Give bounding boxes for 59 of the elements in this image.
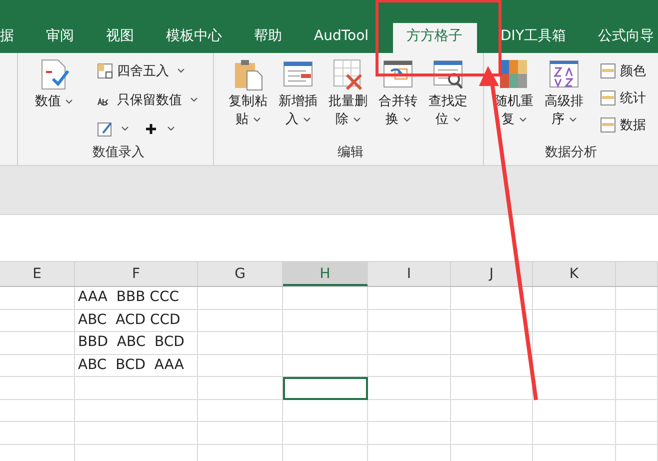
ribbon-button[interactable]: 高级排序 [540,57,588,143]
ribbon-tab[interactable]: DIY工具箱 [492,23,574,53]
table-cell [616,400,658,422]
table-cell: ABC BCD AAA [75,354,198,377]
table-cell [616,310,658,332]
ribbon-button[interactable]: 颜色 [600,57,646,84]
ribbon-button[interactable]: 查找定位 [424,57,472,143]
table-icon [600,116,616,132]
ribbon-button[interactable]: 数据 [600,111,646,138]
table-cell [616,354,658,377]
ribbon-button[interactable]: 新增插入 [274,57,322,143]
caret-icon [352,116,360,122]
group-label: 数据分析 [544,144,598,162]
ribbon-tab[interactable]: 方方格子 [392,23,477,53]
table-cell: BBD ABC BCD [75,332,198,354]
caret-icon [167,126,175,131]
group-label: 编辑 [336,144,364,162]
table-percent-icon [97,62,113,78]
column-header[interactable]: F [75,262,198,286]
table-icon [600,90,616,106]
caret-icon [177,68,185,73]
column-header[interactable]: K [533,262,616,286]
ribbon-button[interactable]: 数值 [30,57,78,142]
ribbon-tab[interactable]: 公式向导 [590,23,658,53]
group-label: 数值录入 [92,144,146,162]
ribbon-tab[interactable]: 视图 [98,23,142,53]
ribbon-tab[interactable]: 审阅 [38,23,82,53]
caret-icon [402,116,410,122]
table-cell [616,422,658,444]
ribbon-tab[interactable]: 据 [0,23,22,53]
column-header[interactable]: H [283,262,368,286]
ribbon-button[interactable]: 批量删除 [324,57,372,143]
table-cell [616,377,658,400]
column-header[interactable]: J [451,262,533,286]
caret-icon [190,97,198,102]
ribbon-button[interactable]: 合并转换 [374,57,422,143]
column-header[interactable]: E [0,262,75,286]
caret-icon [65,98,73,104]
caret-icon [302,116,310,122]
ribbon-button[interactable]: 复制粘贴 [224,57,272,143]
ribbon-tab[interactable]: 帮助 [246,23,290,53]
table-cell: AAA BBB CCC [75,287,198,310]
caret-icon [121,126,129,131]
ribbon-tab[interactable]: 模板中心 [158,23,230,53]
ribbon-tab[interactable]: AudTool [306,23,377,53]
caret-icon [252,116,260,122]
active-cell[interactable] [283,377,368,400]
table-icon [600,62,616,78]
ribbon-button[interactable]: 四舍五入 [97,57,207,84]
caret-icon [452,116,460,122]
table-pencil-icon [97,120,113,136]
table-cell [616,332,658,354]
caret-icon [518,116,526,122]
column-header[interactable]: I [368,262,451,286]
caret-icon [568,116,576,122]
ribbon-button[interactable]: 统计 [600,84,646,111]
ribbon-button[interactable]: 只保留数值 [97,86,207,113]
table-cell: ABC ACD CCD [75,310,198,332]
command-icon [331,57,365,91]
